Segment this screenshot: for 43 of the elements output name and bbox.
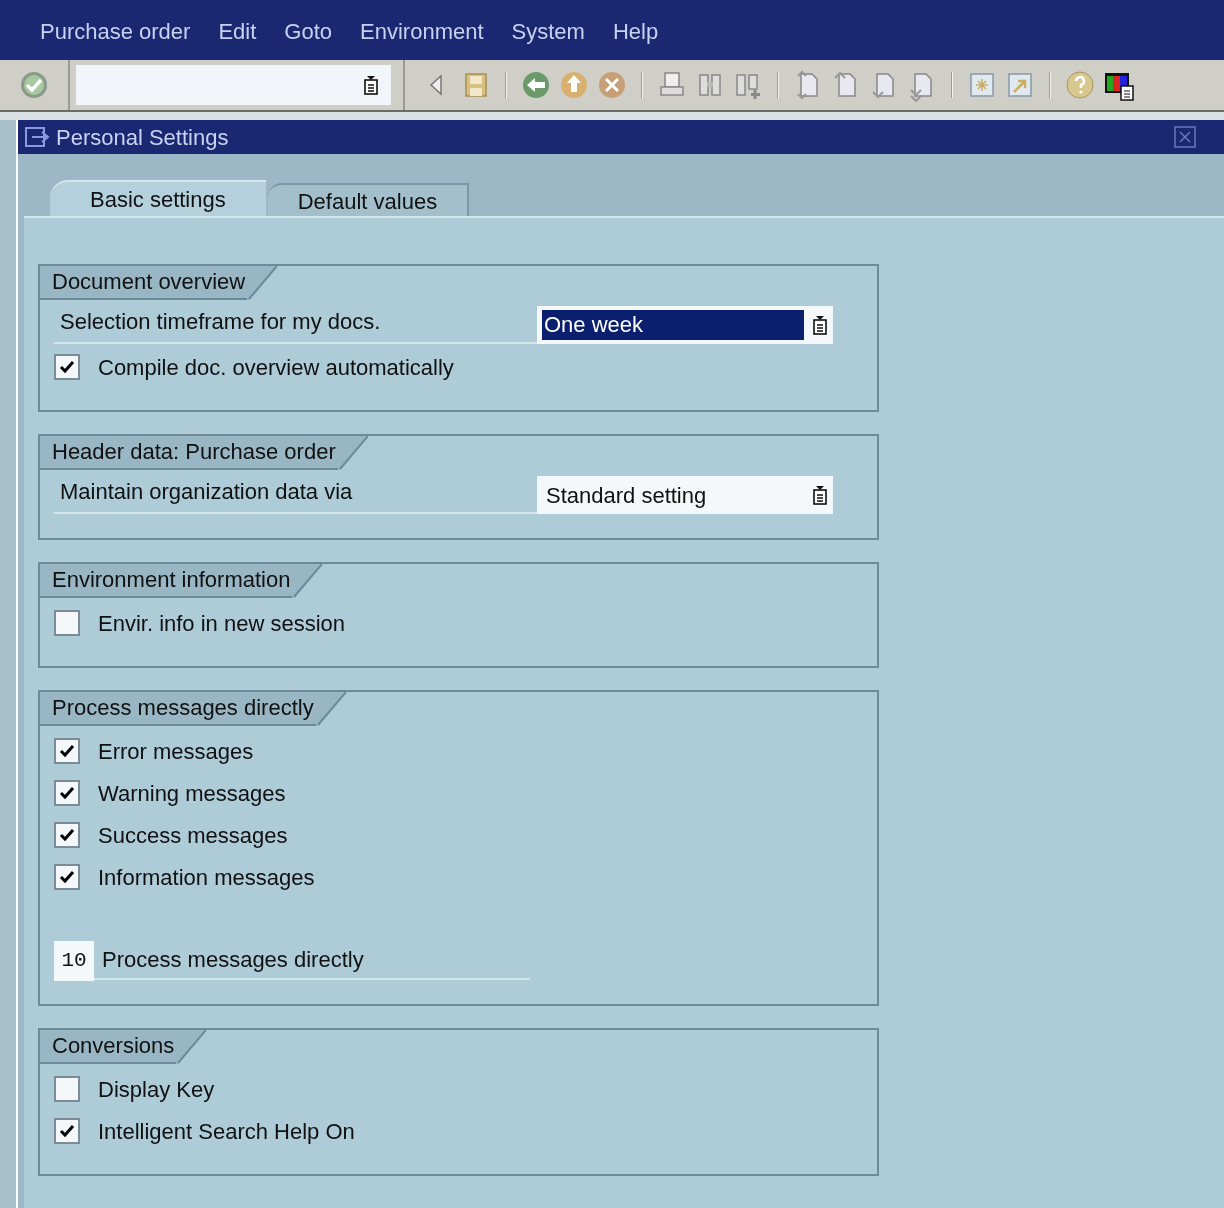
list-icon[interactable] — [363, 75, 379, 95]
dropdown-field[interactable]: Standard setting — [537, 476, 833, 514]
field-label: Selection timeframe for my docs. — [54, 305, 537, 344]
dialog-title: Personal Settings — [56, 123, 230, 152]
menu-item[interactable]: Goto — [284, 15, 333, 48]
command-field[interactable] — [76, 65, 391, 105]
checkbox-label: Envir. info in new session — [98, 609, 346, 638]
menu-item[interactable]: System — [511, 15, 585, 48]
check-mark-icon — [59, 744, 75, 758]
menu-item[interactable]: Environment — [360, 15, 484, 48]
dropdown-field[interactable]: One week — [537, 306, 833, 344]
tab[interactable]: Basic settings — [50, 180, 266, 216]
list-icon[interactable] — [812, 315, 828, 335]
checkbox-label: Intelligent Search Help On — [98, 1117, 355, 1146]
checkbox-label: Warning messages — [98, 779, 286, 808]
checkbox-label: Compile doc. overview automatically — [98, 353, 454, 382]
close-icon[interactable] — [1174, 126, 1196, 148]
checkbox-label: Display Key — [98, 1075, 215, 1104]
checkbox-label: Success messages — [98, 821, 288, 850]
checkbox-label: Error messages — [98, 737, 254, 766]
checkbox[interactable] — [54, 780, 80, 806]
tab[interactable]: Default values — [267, 183, 470, 216]
checkbox[interactable] — [54, 738, 80, 764]
menu-item[interactable]: Purchase order — [40, 15, 191, 48]
menu-item[interactable]: Help — [612, 15, 659, 48]
field-label: Maintain organization data via — [54, 475, 537, 514]
list-icon[interactable] — [812, 485, 828, 505]
field-label: Process messages directly — [94, 942, 530, 980]
checkbox[interactable] — [54, 610, 80, 636]
check-mark-icon — [59, 828, 75, 842]
checkbox[interactable] — [54, 1076, 80, 1102]
check-mark-icon — [59, 870, 75, 884]
checkbox-label: Information messages — [98, 863, 315, 892]
check-mark-icon — [59, 360, 75, 374]
checkbox[interactable] — [54, 354, 80, 380]
checkbox[interactable] — [54, 864, 80, 890]
checkbox[interactable] — [54, 822, 80, 848]
menu-item[interactable]: Edit — [218, 15, 257, 48]
check-mark-icon — [59, 786, 75, 800]
dialog-icon — [24, 125, 52, 149]
number-field[interactable]: 10 — [54, 941, 94, 981]
check-mark-icon — [59, 1124, 75, 1138]
checkbox[interactable] — [54, 1118, 80, 1144]
